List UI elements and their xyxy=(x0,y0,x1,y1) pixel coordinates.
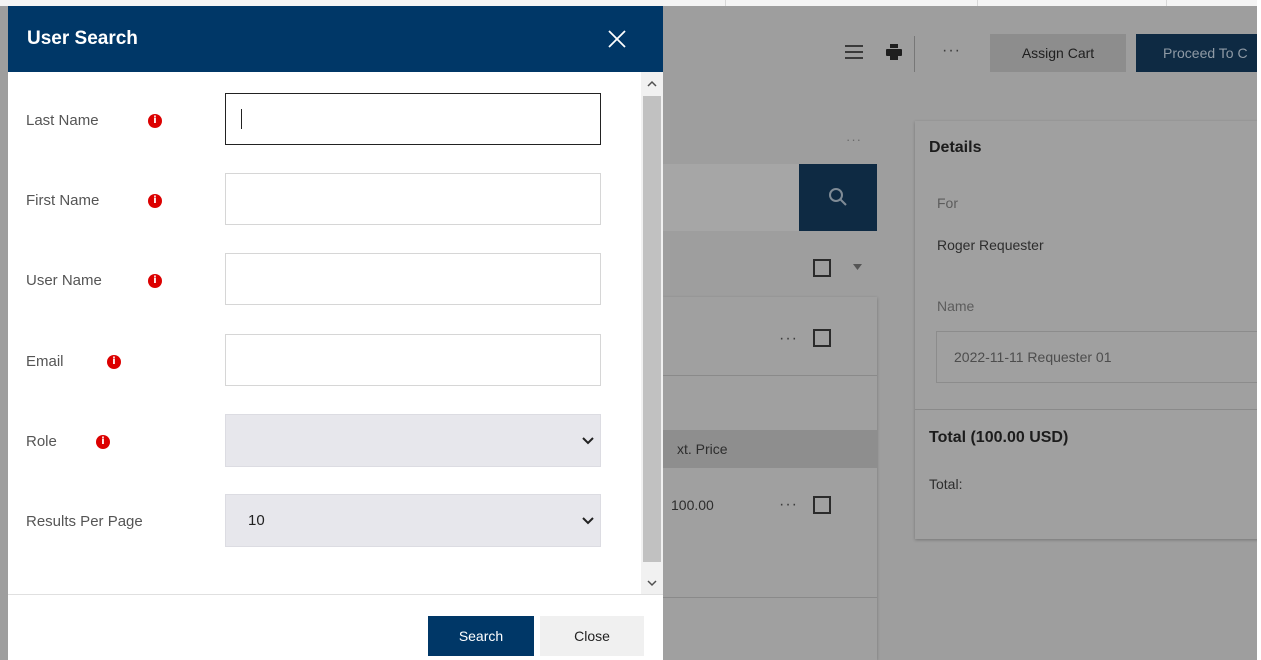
table-header-row: xt. Price xyxy=(663,430,877,468)
details-card: Details For Roger Requester Name 2022-11… xyxy=(915,121,1257,539)
select-all-checkbox[interactable] xyxy=(813,259,831,277)
results-per-page-value: 10 xyxy=(248,512,265,529)
card-divider xyxy=(663,597,877,598)
text-caret xyxy=(241,109,242,129)
user-name-input[interactable] xyxy=(225,253,601,305)
print-icon[interactable] xyxy=(886,44,902,60)
email-label: Email xyxy=(26,353,64,370)
role-select[interactable] xyxy=(225,414,601,467)
scrollbar-thumb[interactable] xyxy=(643,96,661,562)
user-search-dialog: User Search Last Name i First Name i Use… xyxy=(8,6,663,660)
scroll-up-icon[interactable] xyxy=(647,80,657,88)
name-label: Name xyxy=(937,298,975,314)
details-heading: Details xyxy=(929,139,982,156)
search-icon xyxy=(829,188,847,206)
card-divider xyxy=(663,375,877,376)
search-button[interactable] xyxy=(799,164,877,231)
results-per-page-select[interactable]: 10 xyxy=(225,494,601,547)
toolbar-divider xyxy=(914,36,915,72)
last-name-label: Last Name xyxy=(26,112,99,129)
name-field[interactable]: 2022-11-11 Requester 01 xyxy=(936,331,1257,383)
total-label: Total: xyxy=(929,476,963,492)
list-view-icon[interactable] xyxy=(845,44,863,60)
search-button[interactable]: Search xyxy=(428,616,534,656)
more-options-icon[interactable]: ··· xyxy=(942,42,961,60)
row-checkbox[interactable] xyxy=(813,496,831,514)
top-divider xyxy=(977,0,978,6)
close-button[interactable]: Close xyxy=(540,616,644,656)
info-icon[interactable]: i xyxy=(148,194,162,208)
top-divider xyxy=(1166,0,1167,6)
first-name-label: First Name xyxy=(26,192,100,209)
scrollbar[interactable] xyxy=(641,72,663,594)
proceed-button[interactable]: Proceed To C xyxy=(1136,34,1257,72)
search-box[interactable] xyxy=(660,164,800,231)
scroll-down-icon[interactable] xyxy=(647,579,657,587)
ext-price-header: xt. Price xyxy=(677,441,728,457)
cart-items-card: ··· xt. Price 100.00 ··· xyxy=(663,297,877,660)
user-name-label: User Name xyxy=(26,272,102,289)
row-more-icon[interactable]: ··· xyxy=(779,496,798,514)
row-price: 100.00 xyxy=(671,497,714,513)
for-value: Roger Requester xyxy=(937,237,1044,253)
first-name-input[interactable] xyxy=(225,173,601,225)
section-more-icon[interactable]: ··· xyxy=(846,132,862,147)
email-input[interactable] xyxy=(225,334,601,386)
chevron-down-icon xyxy=(582,437,594,445)
dialog-title: User Search xyxy=(27,28,138,49)
item-more-icon[interactable]: ··· xyxy=(779,330,798,348)
chevron-down-icon xyxy=(582,517,594,525)
item-checkbox[interactable] xyxy=(813,329,831,347)
total-heading: Total (100.00 USD) xyxy=(929,429,1069,446)
top-divider xyxy=(725,0,726,6)
last-name-input[interactable] xyxy=(225,93,601,145)
results-per-page-label: Results Per Page xyxy=(26,513,143,530)
info-icon[interactable]: i xyxy=(148,114,162,128)
name-value: 2022-11-11 Requester 01 xyxy=(954,349,1112,365)
footer-divider xyxy=(8,594,663,595)
role-label: Role xyxy=(26,433,57,450)
details-divider xyxy=(915,409,1257,410)
info-icon[interactable]: i xyxy=(107,355,121,369)
info-icon[interactable]: i xyxy=(148,274,162,288)
info-icon[interactable]: i xyxy=(96,435,110,449)
for-label: For xyxy=(937,195,958,211)
dialog-header: User Search xyxy=(8,6,663,72)
chevron-down-icon[interactable] xyxy=(853,264,862,270)
assign-cart-button[interactable]: Assign Cart xyxy=(990,34,1126,72)
close-icon[interactable] xyxy=(606,28,628,50)
